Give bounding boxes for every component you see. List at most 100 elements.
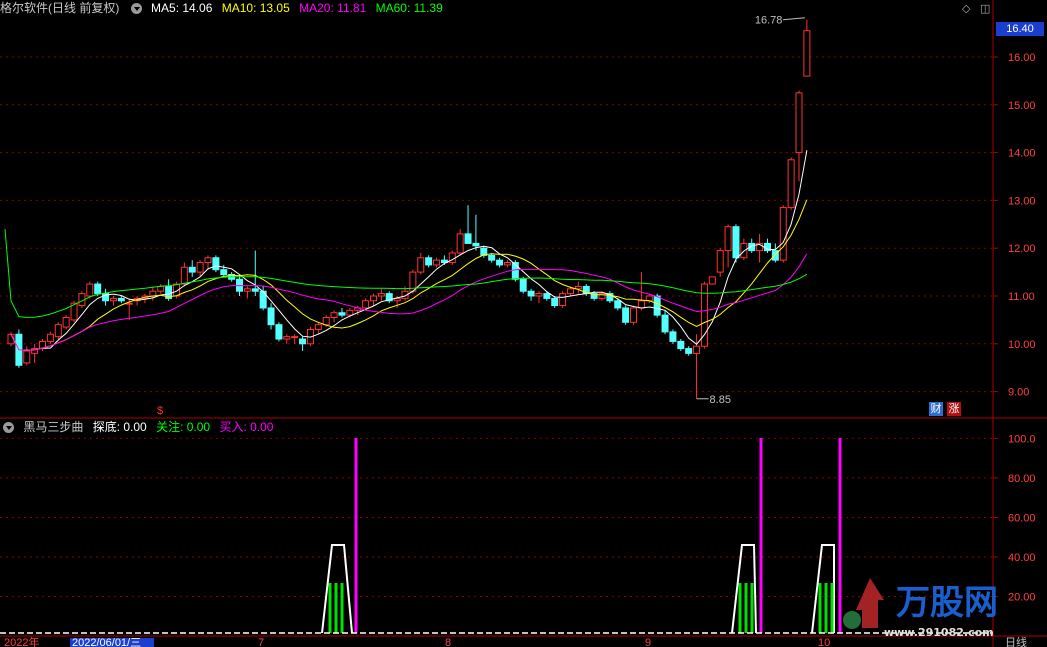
candle-body <box>275 324 283 340</box>
indicator-dropdown-icon[interactable] <box>3 422 14 433</box>
candle-body <box>496 259 504 266</box>
candle-body <box>338 312 346 316</box>
diamond-icon[interactable]: ◇ <box>962 2 970 15</box>
candle-body <box>543 293 551 299</box>
candle-body <box>425 257 433 266</box>
candle-body <box>685 348 693 354</box>
candle-body <box>527 290 535 297</box>
candle-body <box>330 312 338 319</box>
candle-body <box>433 259 441 266</box>
candle-body <box>559 293 567 307</box>
candle-body <box>94 283 102 295</box>
candle-body <box>716 250 724 273</box>
watermark-brand: 万股网 <box>896 583 998 623</box>
candle-body <box>787 159 795 209</box>
indicator-tick-label: 100.0 <box>1008 433 1036 445</box>
ma20-label: MA20: 11.81 <box>299 1 367 15</box>
candle-body <box>362 300 370 309</box>
high-annotation: 16.78 <box>755 15 783 27</box>
price-tick-label: 13.00 <box>1008 195 1036 207</box>
stock-title: 格尔软件(日线 前复权) <box>0 1 120 15</box>
price-tick-label: 15.00 <box>1008 100 1036 112</box>
candle-body <box>803 30 811 77</box>
candle-body <box>46 333 54 342</box>
candle-body <box>645 295 653 302</box>
ma10-line <box>10 199 808 351</box>
candle-body <box>86 283 94 297</box>
candle-body <box>54 324 62 338</box>
date-label: 8 <box>445 637 451 647</box>
high-pointer <box>782 17 805 21</box>
low-annotation: 8.85 <box>710 394 731 406</box>
candle-body <box>622 307 630 323</box>
watermark-url: www.291082.com <box>884 626 994 639</box>
candle-body <box>535 293 543 297</box>
candle-body <box>62 317 70 328</box>
candle-body <box>653 295 661 316</box>
candle-body <box>322 317 330 326</box>
main-header: 格尔软件(日线 前复权) MA5: 14.06 MA10: 13.05 MA20… <box>0 0 449 17</box>
candle-body <box>669 331 677 342</box>
candle-body <box>180 266 188 285</box>
price-tick-label: 9.00 <box>1008 387 1029 399</box>
candle-body <box>708 276 716 285</box>
candle-body <box>157 285 165 292</box>
current-price-tag: 16.40 <box>996 22 1044 36</box>
candle-body <box>503 262 511 266</box>
candle-body <box>220 269 228 275</box>
indicator-tick-label: 60.00 <box>1008 512 1036 524</box>
price-tick-label: 11.00 <box>1008 291 1035 303</box>
ma5-line <box>10 150 808 351</box>
candle-body <box>472 242 480 247</box>
finance-badge[interactable]: 财 <box>929 402 943 416</box>
candle-body <box>732 226 740 259</box>
candle-body <box>117 297 125 302</box>
candle-body <box>417 257 425 273</box>
watermark-logo: 万股网 www.291082.com <box>843 578 998 639</box>
candle-body <box>637 300 645 309</box>
candle-body <box>204 257 212 264</box>
candle-body <box>456 233 464 254</box>
candle-body <box>212 257 220 271</box>
candle-body <box>724 226 732 252</box>
candle-body <box>149 290 157 297</box>
kline-chart[interactable]: 16.00 15.00 14.00 13.00 12.00 11.00 10.00 9.00 1… <box>0 0 1047 647</box>
candle-body <box>661 314 669 333</box>
price-tick-label: 12.00 <box>1008 243 1036 255</box>
candle-body <box>566 288 574 295</box>
indicator-tick-label: 80.00 <box>1008 473 1036 485</box>
candle-body <box>291 336 299 339</box>
candle-body <box>299 338 307 345</box>
candle-body <box>188 266 196 273</box>
price-tick-label: 14.00 <box>1008 148 1036 160</box>
candle-body <box>614 300 622 309</box>
date-label: 7 <box>258 637 264 647</box>
rise-badge[interactable]: 涨 <box>947 402 961 416</box>
candle-body <box>109 297 117 302</box>
date-label: 10 <box>818 637 830 647</box>
candle-body <box>779 207 787 261</box>
candle-body <box>267 307 275 326</box>
candle-body <box>519 278 527 292</box>
candle-body <box>243 288 251 292</box>
indicator-watch-value: 关注: 0.00 <box>156 420 211 434</box>
candle-body <box>283 336 291 340</box>
date-label: 9 <box>645 637 651 647</box>
candle-body <box>23 350 31 364</box>
candle-body <box>251 288 259 292</box>
indicator-tick-label: 40.00 <box>1008 552 1036 564</box>
indicator-probe-value: 探底: 0.00 <box>92 420 147 434</box>
panel-toggle-icon[interactable]: ◫ <box>980 2 990 15</box>
candle-body <box>630 307 638 323</box>
price-tick-label: 16.00 <box>1008 52 1036 64</box>
candle-body <box>551 297 559 307</box>
ma-dropdown-icon[interactable] <box>130 3 142 14</box>
date-label: 2022年 <box>4 635 39 647</box>
indicator-buy-value: 买入: 0.00 <box>219 420 274 434</box>
dividend-mark: $ <box>157 405 163 417</box>
candle-body <box>314 324 322 330</box>
candle-body <box>196 262 204 273</box>
candle-body <box>346 309 354 316</box>
indicator-title: 黑马三步曲 <box>23 420 84 434</box>
ma5-label: MA5: 14.06 <box>151 1 213 15</box>
